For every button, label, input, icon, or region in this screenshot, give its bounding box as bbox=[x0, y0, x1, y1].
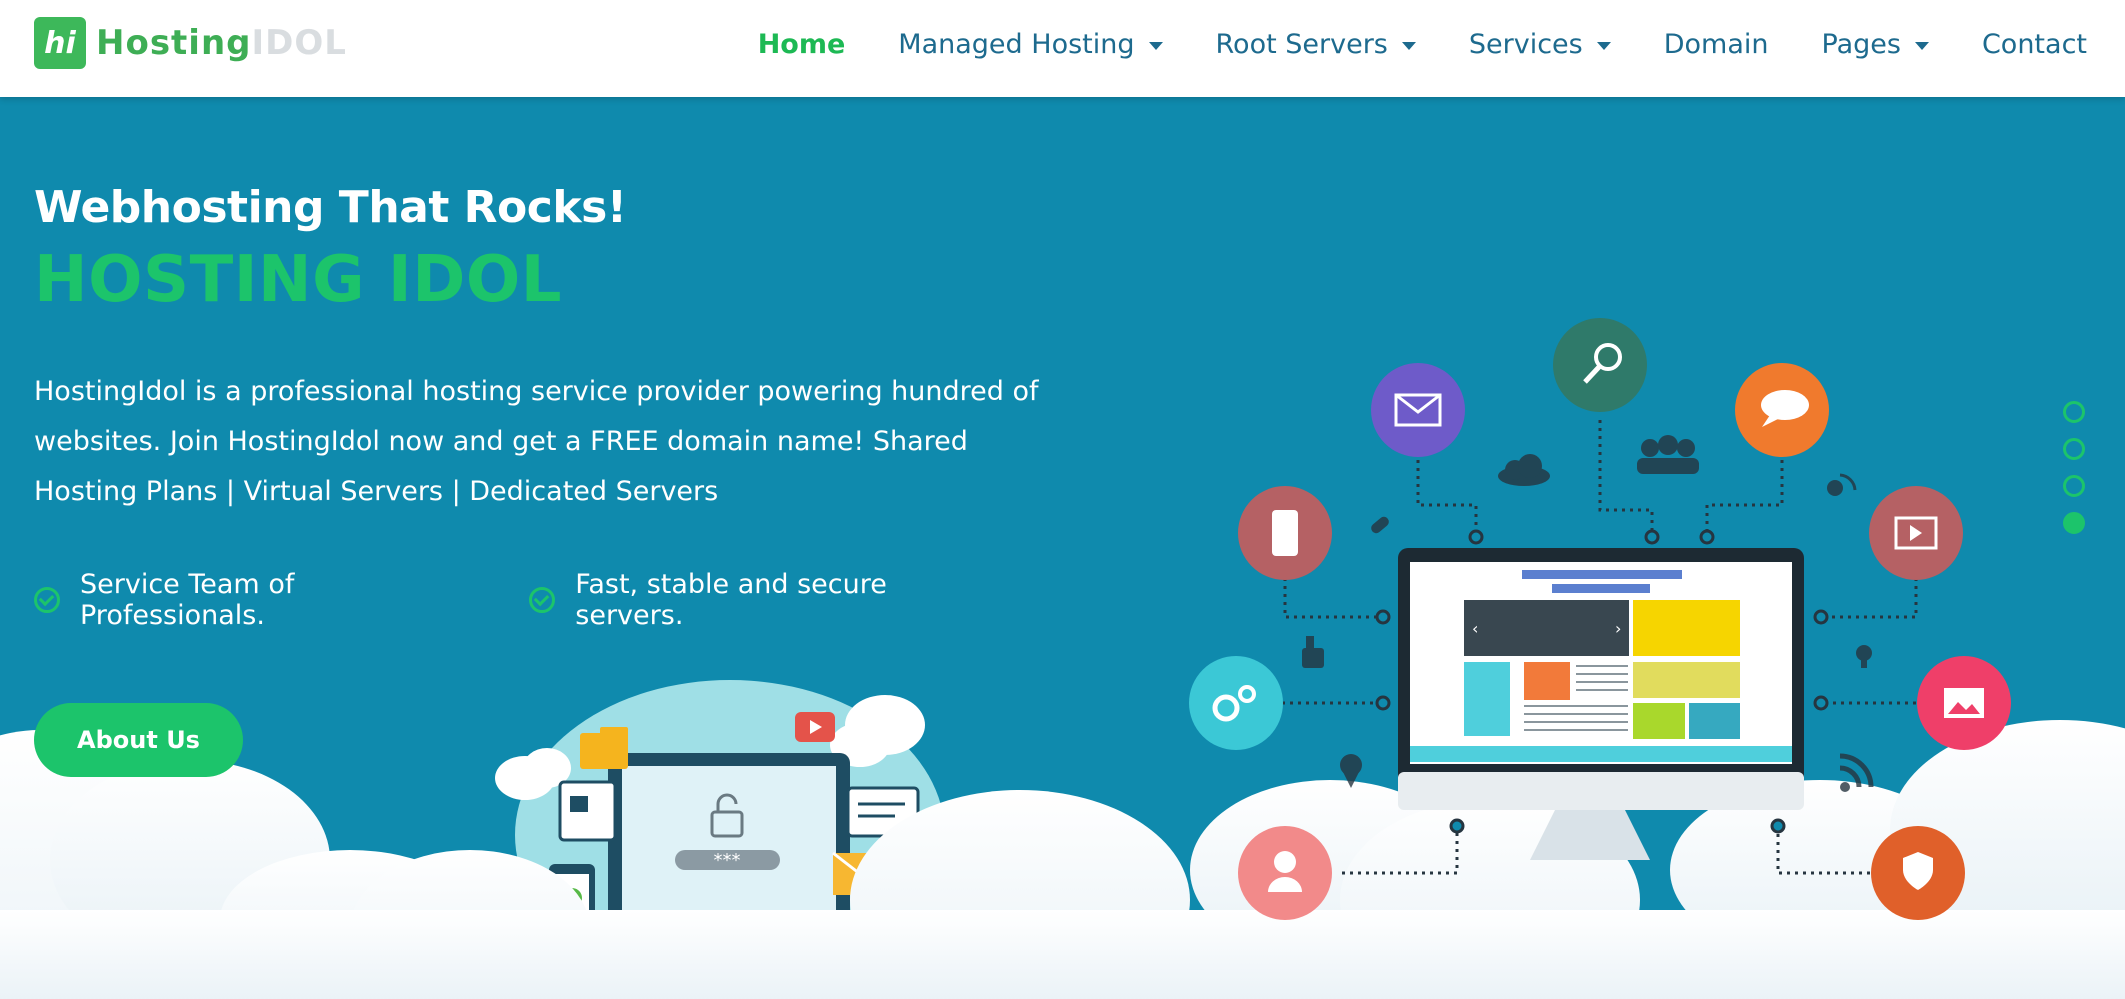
nav-managed-hosting[interactable]: Managed Hosting bbox=[898, 29, 1163, 60]
svg-text:›: › bbox=[1615, 619, 1621, 638]
feature-item: Fast, stable and secure servers. bbox=[529, 569, 980, 631]
main-nav: Home Managed Hosting Root Servers Servic… bbox=[705, 0, 2087, 88]
chat-icon bbox=[1735, 363, 1829, 457]
satellite-icon bbox=[1827, 473, 1857, 496]
hero-title: HOSTING IDOL bbox=[34, 243, 563, 317]
caret-down-icon bbox=[1914, 42, 1929, 50]
logo-text: HostingIDOL bbox=[96, 23, 347, 63]
hero-section: Webhosting That Rocks! HOSTING IDOL Host… bbox=[34, 180, 1044, 777]
slider-dot[interactable] bbox=[2063, 475, 2085, 497]
caret-down-icon bbox=[1596, 42, 1611, 50]
feature-item: Service Team of Professionals. bbox=[34, 569, 465, 631]
shield-icon bbox=[1871, 826, 1965, 920]
thumb-icon bbox=[1302, 636, 1324, 668]
check-circle-icon bbox=[34, 587, 60, 613]
logo-mark: hi bbox=[34, 17, 86, 69]
caret-down-icon bbox=[1148, 42, 1163, 50]
nav-home[interactable]: Home bbox=[758, 29, 846, 60]
check-circle-icon bbox=[529, 587, 556, 613]
site-logo[interactable]: hi HostingIDOL bbox=[34, 17, 347, 69]
nav-root-servers[interactable]: Root Servers bbox=[1216, 29, 1416, 60]
cloud-icon bbox=[1498, 454, 1550, 486]
search-icon bbox=[1553, 318, 1647, 412]
user-icon bbox=[1238, 826, 1332, 920]
nav-services[interactable]: Services bbox=[1469, 29, 1611, 60]
nav-pages[interactable]: Pages bbox=[1822, 29, 1929, 60]
film-icon bbox=[1869, 486, 1963, 580]
about-us-button[interactable]: About Us bbox=[34, 703, 243, 777]
caret-down-icon bbox=[1401, 42, 1416, 50]
nav-domain[interactable]: Domain bbox=[1664, 29, 1769, 60]
svg-text:‹: ‹ bbox=[1472, 619, 1478, 638]
slider-dot-active[interactable] bbox=[2063, 512, 2085, 534]
hero-subtitle: Webhosting That Rocks! bbox=[34, 182, 627, 233]
team-icon bbox=[1637, 435, 1699, 474]
nav-contact[interactable]: Contact bbox=[1982, 29, 2087, 60]
feature-list: Service Team of Professionals. Fast, sta… bbox=[34, 569, 1044, 631]
picture-icon bbox=[1917, 656, 2011, 750]
password-mask: *** bbox=[714, 850, 741, 871]
mail-icon bbox=[1371, 363, 1465, 457]
slider-dot[interactable] bbox=[2063, 401, 2085, 423]
site-header: hi HostingIDOL Home Managed Hosting Root… bbox=[0, 0, 2125, 97]
bulb-icon bbox=[1856, 645, 1872, 668]
link-icon bbox=[1371, 516, 1389, 534]
hero-description: HostingIdol is a professional hosting se… bbox=[34, 376, 1039, 507]
gears-icon bbox=[1189, 656, 1283, 750]
slider-dots bbox=[2063, 401, 2085, 549]
phone-icon bbox=[1238, 486, 1332, 580]
slider-dot[interactable] bbox=[2063, 438, 2085, 460]
